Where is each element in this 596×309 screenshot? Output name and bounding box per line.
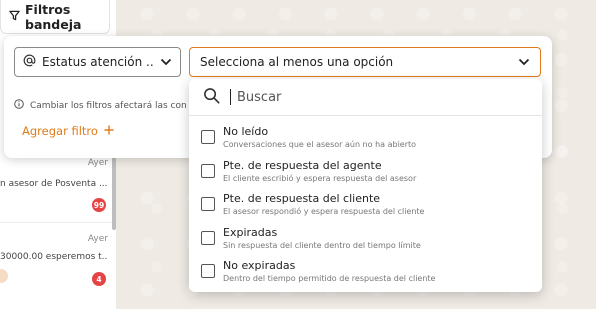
add-filter-label: Agregar filtro: [22, 124, 98, 138]
option-checkbox[interactable]: [201, 264, 215, 278]
plus-icon: [104, 124, 114, 138]
chat-snippet: 30000.00 esperemos t...: [0, 252, 108, 262]
unread-badge: 99: [92, 198, 106, 212]
option-expiradas[interactable]: Expiradas Sin respuesta del cliente dent…: [189, 218, 542, 251]
option-label: Pte. de respuesta del cliente: [223, 192, 381, 205]
filter-tray-button[interactable]: Filtros bandeja: [0, 0, 110, 34]
option-description: Conversaciones que el asesor aún no ha a…: [223, 140, 417, 149]
at-icon: [23, 54, 36, 70]
chevron-down-icon: [160, 55, 172, 69]
option-description: Dentro del tiempo permitido de respuesta…: [223, 274, 436, 283]
filter-icon: [9, 9, 20, 24]
info-text: Cambiar los filtros afectará las con: [30, 100, 187, 111]
option-no-expiradas[interactable]: No expiradas Dentro del tiempo permitido…: [189, 251, 542, 284]
info-icon: [14, 99, 24, 112]
chevron-down-icon: [518, 55, 530, 69]
avatar: [0, 269, 8, 283]
text-caret: [230, 89, 231, 105]
dropdown-search-row: [189, 79, 542, 116]
option-label: No leído: [223, 125, 269, 138]
unread-badge: 4: [92, 272, 106, 286]
filter-value-select[interactable]: Selecciona al menos una opción: [189, 47, 541, 77]
option-label: No expiradas: [223, 259, 296, 272]
chat-list-scrollbar[interactable]: [112, 150, 116, 230]
filter-value-placeholder: Selecciona al menos una opción: [200, 55, 394, 69]
option-label: Expiradas: [223, 226, 278, 239]
filter-info-note: Cambiar los filtros afectará las con: [14, 99, 192, 112]
option-description: Sin respuesta del cliente dentro del tie…: [223, 241, 421, 250]
filter-field-value: Estatus atención ...: [42, 55, 154, 69]
option-checkbox[interactable]: [201, 164, 215, 178]
filter-options-dropdown: No leído Conversaciones que el asesor aú…: [189, 79, 542, 292]
chat-time: Ayer: [87, 234, 108, 244]
option-pte-respuesta-cliente[interactable]: Pte. de respuesta del cliente El asesor …: [189, 184, 542, 217]
option-checkbox[interactable]: [201, 197, 215, 211]
option-pte-respuesta-agente[interactable]: Pte. de respuesta del agente El cliente …: [189, 151, 542, 184]
search-input[interactable]: [237, 89, 517, 105]
option-checkbox[interactable]: [201, 130, 215, 144]
chat-time: Ayer: [87, 158, 108, 168]
filter-tray-label: Filtros bandeja: [25, 1, 82, 32]
option-label: Pte. de respuesta del agente: [223, 159, 382, 172]
option-description: El asesor respondió y espera respuesta d…: [223, 207, 425, 216]
add-filter-button[interactable]: Agregar filtro: [22, 124, 114, 138]
option-checkbox[interactable]: [201, 231, 215, 245]
option-description: El cliente escribió y espera respuesta d…: [223, 174, 417, 183]
option-no-leido[interactable]: No leído Conversaciones que el asesor aú…: [189, 117, 542, 150]
chat-divider: [0, 222, 112, 223]
search-icon: [203, 87, 220, 108]
filter-field-select[interactable]: Estatus atención ...: [14, 47, 181, 77]
chat-snippet: n asesor de Posventa ...: [0, 179, 108, 189]
